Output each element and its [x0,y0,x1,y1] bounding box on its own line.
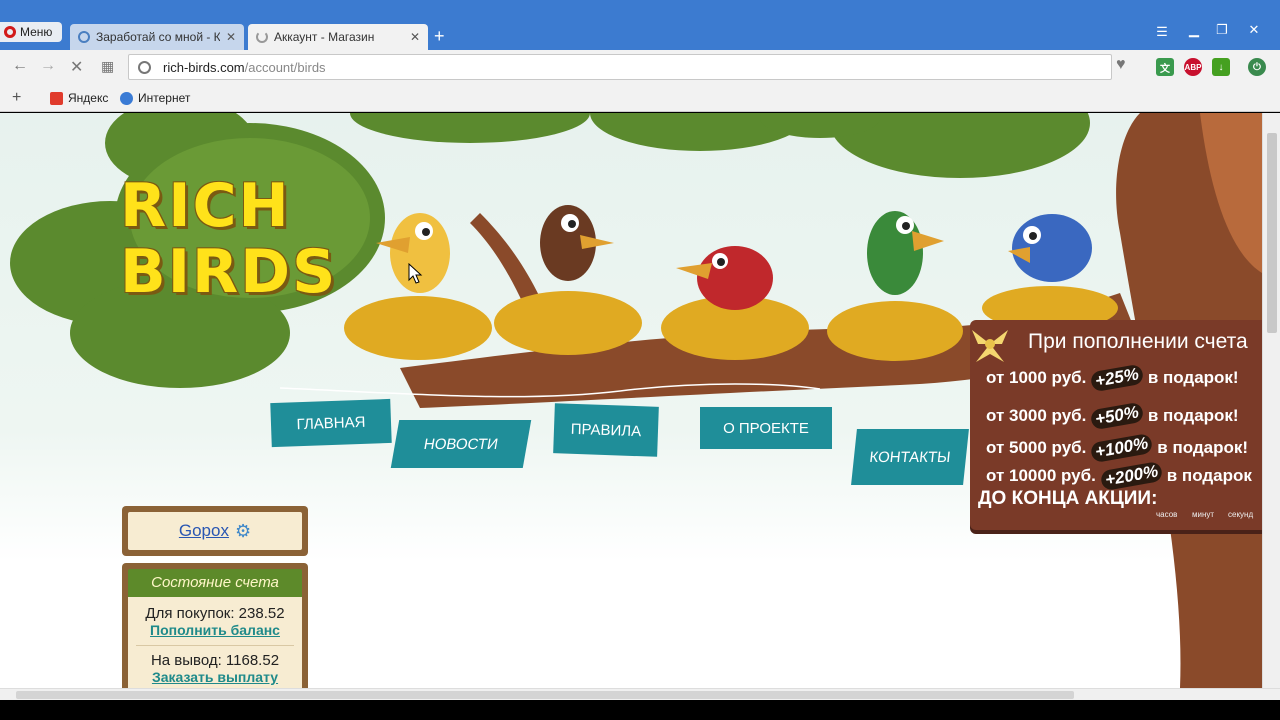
promo-tail: в подарок [1166,466,1252,485]
nav-rules[interactable]: ПРАВИЛА [553,403,659,457]
opera-menu-button[interactable]: Меню [0,22,62,42]
bookmark-yandex[interactable]: Яндекс [50,91,108,105]
bookmarks-bar: + Яндекс Интернет [0,84,1280,112]
promo-tail: в подарок! [1147,368,1239,387]
download-icon[interactable]: ↓ [1212,58,1230,76]
withdraw-balance: На вывод: 1168.52 [150,652,280,669]
close-window-icon[interactable]: ✕ [1240,22,1268,38]
site-logo[interactable]: RICH BIRDS [120,173,337,305]
promo-amount: от 1000 руб. [986,368,1087,387]
bookmark-internet[interactable]: Интернет [120,91,190,105]
countdown-unit-hours: часов [1156,510,1178,519]
promo-title: При пополнении счета [1028,330,1248,353]
username-link[interactable]: Gopox [179,521,229,541]
address-bar-row: ← → ✕ ▦ rich-birds.com/account/birds ♥ 文… [0,50,1280,84]
screen-bottom-edge [0,700,1280,720]
promo-tail: в подарок! [1147,406,1239,425]
back-icon[interactable]: ← [12,57,28,75]
bookmark-heart-icon[interactable]: ♥ [1116,56,1126,74]
nav-contacts[interactable]: КОНТАКТЫ [851,429,969,485]
scrollbar-thumb[interactable] [1267,133,1277,333]
loading-spinner-icon [256,31,268,43]
minimize-icon[interactable]: ▁ [1180,22,1208,38]
gear-icon[interactable]: ⚙ [235,521,251,542]
speed-dial-icon[interactable]: ▦ [101,58,114,75]
logo-line-2: BIRDS [120,237,338,307]
url-field[interactable]: rich-birds.com/account/birds [128,54,1112,80]
menu-label: Меню [20,25,53,39]
nav-home[interactable]: ГЛАВНАЯ [270,398,392,448]
purchase-balance: Для покупок: 238.52 [145,605,285,622]
promo-bonus-badge: +100% [1089,432,1154,464]
topup-balance-link[interactable]: Пополнить баланс [150,622,280,638]
nav-news[interactable]: НОВОСТИ [390,420,532,468]
promo-bonus-badge: +50% [1089,401,1145,431]
promo-tail: в подарок! [1157,438,1249,457]
promo-banner[interactable]: При пополнении счета от 1000 руб. +25% в… [970,320,1262,530]
nav-about[interactable]: О ПРОЕКТЕ [700,407,832,449]
scrollbar-thumb[interactable] [16,691,1074,699]
new-tab-button[interactable]: + [434,26,445,47]
tab-bar: Меню Заработай со мной - Кал ✕ Аккаунт -… [0,0,1280,50]
promo-countdown-label: ДО КОНЦА АКЦИИ: [978,488,1158,509]
countdown-unit-seconds: секунд [1228,510,1254,519]
adblock-icon[interactable]: ABP [1184,58,1202,76]
tab-earn[interactable]: Заработай со мной - Кал ✕ [70,24,244,50]
internet-icon [120,91,133,105]
tab-account-shop[interactable]: Аккаунт - Магазин ✕ [248,24,428,50]
stop-icon[interactable]: ✕ [70,57,83,77]
url-path: /account/birds [244,59,326,75]
close-tab-icon[interactable]: ✕ [410,30,420,44]
tab-title: Аккаунт - Магазин [274,30,375,44]
site-info-icon[interactable] [138,61,151,74]
divider [136,645,294,646]
account-status-panel: Состояние счета Для покупок: 238.52 Попо… [122,563,308,688]
forward-icon[interactable]: → [40,57,56,75]
countdown-unit-minutes: минут [1192,510,1215,519]
request-payout-link[interactable]: Заказать выплату [152,669,278,685]
promo-amount: от 10000 руб. [986,466,1096,485]
gift-bow-icon [972,330,1008,362]
tab-title: Заработай со мной - Кал [96,30,220,44]
promo-row: от 1000 руб. +25% в подарок! [986,363,1239,393]
close-tab-icon[interactable]: ✕ [226,30,236,44]
promo-row: от 5000 руб. +100% в подарок! [986,432,1249,464]
user-panel: Gopox ⚙ [122,506,308,556]
account-panel-title: Состояние счета [128,569,302,597]
horizontal-scrollbar[interactable] [0,688,1280,700]
add-bookmark-button[interactable]: + [12,89,21,107]
url-host: rich-birds.com [163,59,245,75]
logo-line-1: RICH [120,171,291,241]
bookmark-label: Интернет [138,91,191,105]
promo-row: от 3000 руб. +50% в подарок! [986,401,1239,431]
yandex-icon [50,91,63,105]
promo-amount: от 5000 руб. [986,438,1087,457]
tab-menu-icon[interactable]: ☰ [1148,24,1176,40]
power-icon[interactable]: ⏻ [1248,58,1266,76]
bookmark-label: Яндекс [68,91,109,105]
translate-icon[interactable]: 文 [1156,58,1174,76]
promo-amount: от 3000 руб. [986,406,1087,425]
site-favicon-icon [78,31,90,43]
maximize-icon[interactable]: ❐ [1208,22,1236,38]
promo-row: от 10000 руб. +200% в подарок [986,460,1252,492]
mouse-cursor-icon [408,263,423,284]
promo-bonus-badge: +200% [1099,460,1164,492]
page-viewport: RICH BIRDS ГЛАВНАЯ НОВОСТИ ПРАВИЛА О ПРО… [0,113,1262,688]
promo-bonus-badge: +25% [1089,363,1145,393]
vertical-scrollbar[interactable] [1262,113,1280,688]
opera-logo-icon [4,26,16,38]
